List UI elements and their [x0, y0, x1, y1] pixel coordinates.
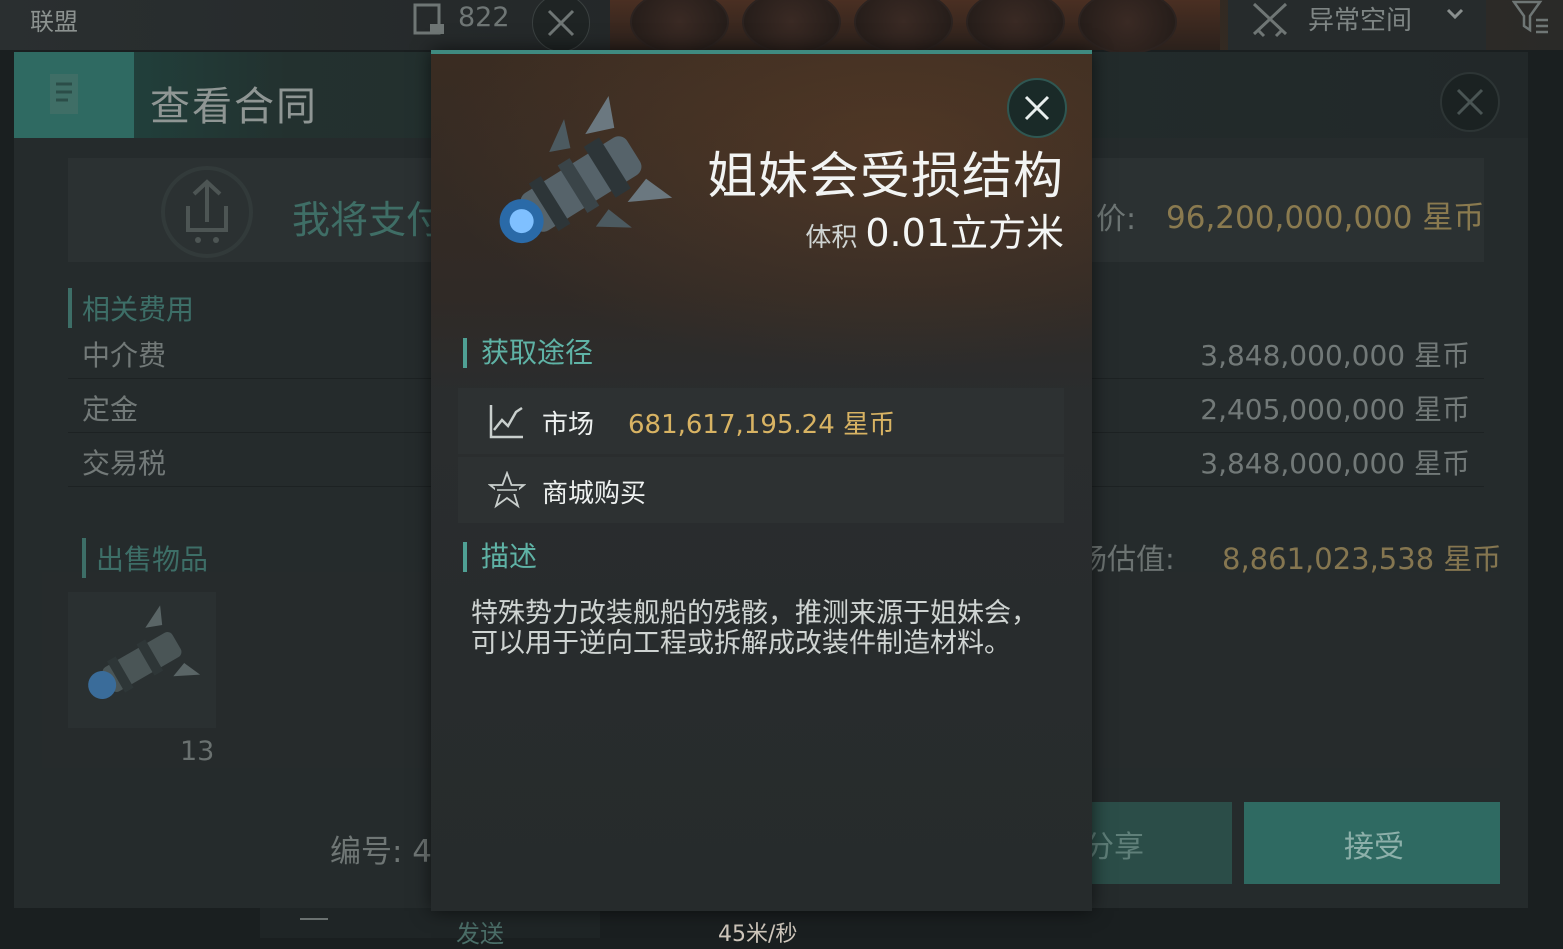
space-mode-label: 异常空间 — [1308, 6, 1413, 36]
document-icon — [50, 74, 78, 114]
fees-section-title: 相关费用 — [68, 288, 194, 328]
accept-button[interactable]: 接受 — [1244, 802, 1500, 884]
popup-close-button[interactable] — [1007, 78, 1067, 138]
filter-icon[interactable] — [1512, 0, 1552, 36]
close-icon — [1024, 95, 1050, 121]
item-description: 特殊势力改装舰船的残骸，推测来源于姐妹会，可以用于逆向工程或拆解成改装件制造材料… — [471, 598, 1038, 659]
send-button[interactable]: 发送 — [456, 914, 504, 949]
contract-close-button[interactable] — [1440, 72, 1500, 132]
description-section-title: 描述 — [463, 542, 537, 572]
damaged-structure-item-icon — [88, 605, 201, 699]
module-slot[interactable] — [742, 0, 841, 54]
pay-price-value: 96,200,000,000 星币 — [1166, 200, 1485, 236]
fee-label: 定金 — [82, 393, 139, 426]
upload-icon — [161, 166, 253, 258]
sources-section-title: 获取途径 — [463, 338, 593, 368]
source-mall-row[interactable]: 商城购买 — [458, 457, 1064, 523]
volume-value: 0.01立方米 — [865, 211, 1064, 255]
share-button[interactable]: 分享 — [1074, 802, 1232, 884]
chevron-down-icon — [1446, 8, 1464, 20]
fee-label: 交易税 — [82, 447, 167, 480]
menu-icon[interactable] — [300, 918, 328, 936]
module-slot-bar — [610, 0, 1220, 54]
item-name: 姐妹会受损结构 — [707, 147, 1064, 205]
contract-title: 查看合同 — [150, 84, 318, 130]
fee-value: 3,848,000,000 星币 — [1200, 339, 1470, 372]
close-icon — [547, 9, 575, 37]
share-button-label: 分享 — [1084, 830, 1144, 865]
item-detail-popup: 姐妹会受损结构 体积 0.01立方米 获取途径 市场 681,617,195.24… — [431, 50, 1092, 911]
item-quantity: 13 — [180, 736, 215, 767]
source-label: 市场 — [542, 410, 595, 440]
module-slot[interactable] — [854, 0, 953, 54]
market-estimate-value: 8,861,023,538 星币 — [1222, 542, 1502, 576]
volume-label: 体积 — [805, 223, 858, 253]
fee-value: 2,405,000,000 星币 — [1200, 393, 1470, 426]
items-section-title: 出售物品 — [82, 538, 208, 578]
accept-button-label: 接受 — [1344, 830, 1404, 865]
pay-price-label: 价: — [1096, 202, 1137, 237]
alliance-label[interactable]: 联盟 — [30, 2, 78, 37]
mall-star-icon — [488, 471, 526, 509]
market-estimate-label: 场估值: — [1078, 542, 1175, 576]
pay-text: 我将支付 — [292, 198, 445, 242]
source-price: 681,617,195.24 星币 — [628, 410, 896, 440]
close-icon — [1456, 88, 1484, 116]
speed-readout: 45米/秒 — [718, 922, 798, 947]
hud-close-button[interactable] — [532, 0, 590, 52]
cargo-icon — [413, 3, 444, 35]
fee-value: 3,848,000,000 星币 — [1200, 447, 1470, 480]
module-slot[interactable] — [966, 0, 1065, 54]
source-market-row[interactable]: 市场 681,617,195.24 星币 — [458, 388, 1064, 454]
market-chart-icon — [489, 405, 523, 439]
module-slot[interactable] — [630, 0, 729, 54]
fee-label: 中介费 — [82, 339, 167, 372]
item-volume: 体积 0.01立方米 — [805, 202, 1064, 257]
damaged-structure-item-icon — [499, 96, 673, 244]
sale-item-slot[interactable] — [68, 592, 216, 728]
cargo-count: 822 — [458, 2, 510, 33]
source-label: 商城购买 — [542, 479, 647, 509]
module-slot[interactable] — [1078, 0, 1177, 54]
crossed-swords-icon — [1252, 2, 1288, 38]
